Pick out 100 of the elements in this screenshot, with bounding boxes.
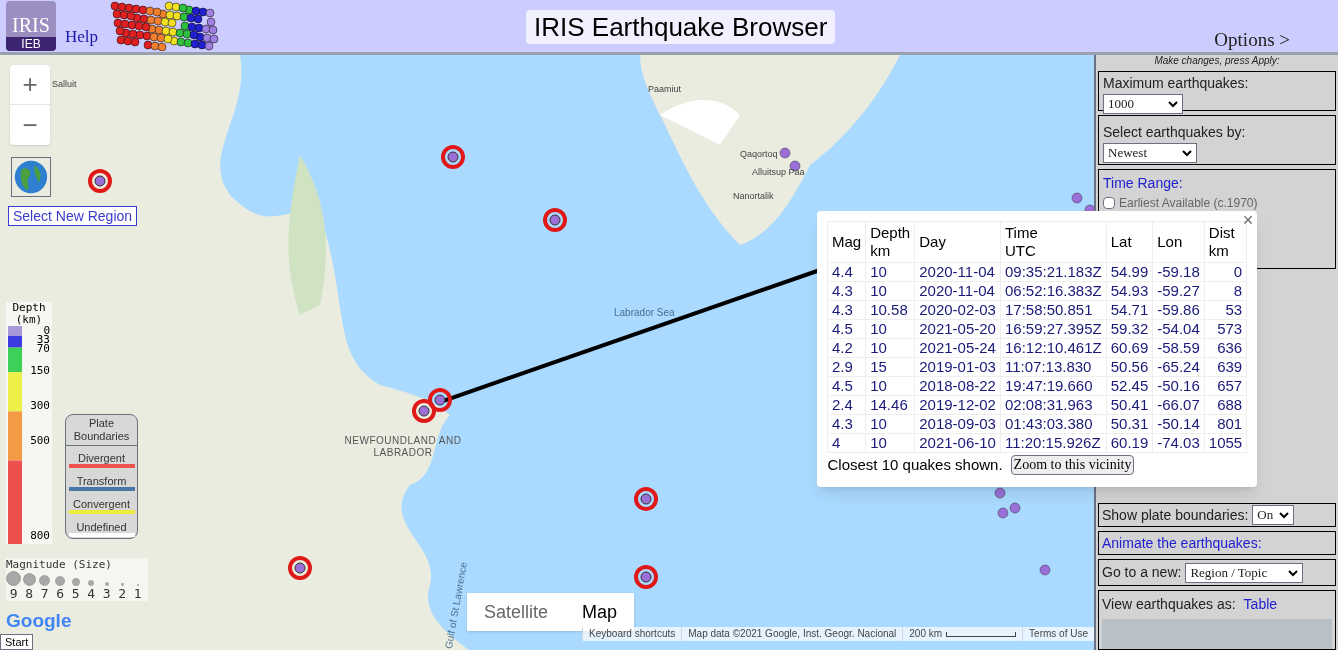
earthquake-marker[interactable] <box>997 507 1009 519</box>
select-region-button[interactable]: Select New Region <box>8 206 138 226</box>
table-cell: 11:07:13.830 <box>1000 357 1107 377</box>
zoom-vicinity-button[interactable]: Zoom to this vicinity <box>1010 455 1135 476</box>
plate-boundaries-select[interactable]: On <box>1252 505 1295 525</box>
checkbox-label: Earliest Available (c.1970) <box>1119 195 1258 212</box>
table-cell: 06:52:16.383Z <box>1000 281 1107 301</box>
table-cell: 4.5 <box>827 376 866 396</box>
circled-earthquake-marker[interactable] <box>412 399 436 423</box>
magnitude-label: 6 <box>56 586 65 601</box>
map-footer-link[interactable]: Map data ©2021 Google, Inst. Geogr. Nacional <box>681 627 903 641</box>
options-link[interactable]: Options > <box>1214 26 1290 55</box>
earthquake-marker[interactable] <box>1039 564 1051 576</box>
start-button[interactable]: Start <box>0 634 34 650</box>
table-cell: 19:47:19.660 <box>1000 376 1107 396</box>
earliest-checkbox[interactable] <box>1103 197 1115 209</box>
depth-tick-label: 300 <box>30 401 50 411</box>
circled-earthquake-marker[interactable] <box>634 565 658 589</box>
map-label: Nanortalik <box>733 190 774 203</box>
table-cell: 4.3 <box>827 414 866 434</box>
column-header: Mag <box>827 221 866 263</box>
apply-hint: Make changes, press Apply: <box>1153 55 1281 67</box>
setting-label: Maximum earthquakes: <box>1103 74 1250 93</box>
earthquake-marker[interactable] <box>1071 192 1083 204</box>
table-link[interactable]: Table <box>1243 594 1278 615</box>
table-cell: -59.27 <box>1152 281 1205 301</box>
map-label: Qaqortoq <box>740 148 778 161</box>
table-cell: -74.03 <box>1152 433 1205 453</box>
map-label: Gulf of St Lawrence <box>441 560 470 650</box>
table-cell: 2020-11-04 <box>914 281 1001 301</box>
size-circle-icon <box>6 571 22 586</box>
size-circle-icon <box>22 573 36 586</box>
table-cell: 2.9 <box>827 357 866 377</box>
earthquake-marker[interactable] <box>1009 502 1021 514</box>
table-cell: 50.31 <box>1106 414 1153 434</box>
table-cell: -58.59 <box>1152 338 1205 358</box>
table-cell: 10 <box>865 262 915 282</box>
map-type-tab[interactable]: Satellite <box>467 593 566 631</box>
legend-label: Convergent <box>73 498 130 510</box>
table-cell: 54.71 <box>1106 300 1153 320</box>
max-earthquakes-select[interactable]: 1000 <box>1103 94 1183 114</box>
table-cell: 60.19 <box>1106 433 1153 453</box>
zoom-out-button[interactable]: − <box>10 105 50 145</box>
table-cell: 639 <box>1204 357 1247 377</box>
popup-note: Closest 10 quakes shown. <box>827 455 1003 475</box>
circled-earthquake-marker[interactable] <box>428 388 452 412</box>
table-cell: 53 <box>1204 300 1247 320</box>
table-cell: 10 <box>865 433 915 453</box>
logo[interactable]: IRIS IEB <box>6 1 56 51</box>
table-cell: 4 <box>827 433 866 453</box>
table-cell: -50.14 <box>1152 414 1205 434</box>
table-cell: 2020-11-04 <box>914 262 1001 282</box>
column-header: Day <box>914 221 1001 263</box>
setting-label: Go to a new: <box>1102 563 1182 582</box>
magnitude-label: 5 <box>71 586 80 601</box>
table-cell: -54.04 <box>1152 319 1205 339</box>
table-cell: 16:12:10.461Z <box>1000 338 1107 358</box>
table-cell: 10 <box>865 281 915 301</box>
time-range-link[interactable]: Time Range: <box>1103 173 1331 194</box>
map-footer-link[interactable]: Keyboard shortcuts <box>582 627 682 641</box>
circled-earthquake-marker[interactable] <box>634 487 658 511</box>
table-cell: 54.93 <box>1106 281 1153 301</box>
zoom-in-button[interactable]: + <box>10 65 50 105</box>
size-circle-icon <box>39 575 51 586</box>
table-cell: 17:58:50.851 <box>1000 300 1107 320</box>
table-cell: 801 <box>1204 414 1247 434</box>
animate-link[interactable]: Animate the earthquakes: <box>1102 532 1262 554</box>
globe-icon[interactable] <box>11 157 51 197</box>
circled-earthquake-marker[interactable] <box>288 556 312 580</box>
table-cell: -66.07 <box>1152 395 1205 415</box>
setting-label: Select earthquakes by: <box>1103 123 1247 142</box>
setting-label: Show plate boundaries: <box>1102 505 1249 525</box>
table-cell: 2018-08-22 <box>914 376 1001 396</box>
legend-label: Transform <box>76 475 127 487</box>
table-cell: 657 <box>1204 376 1247 396</box>
table-cell: 2019-01-03 <box>914 357 1001 377</box>
circled-earthquake-marker[interactable] <box>88 169 112 193</box>
column-header: Depth km <box>865 221 915 263</box>
table-cell: 15 <box>865 357 915 377</box>
table-cell: 14.46 <box>865 395 915 415</box>
help-link[interactable]: Help <box>65 24 99 50</box>
column-header: Lon <box>1152 221 1205 263</box>
depth-tick-label: 150 <box>30 366 50 376</box>
table-cell: 636 <box>1204 338 1247 358</box>
column-header: Time UTC <box>1000 221 1107 263</box>
select-by-dropdown[interactable]: Newest <box>1103 143 1197 163</box>
size-circle-icon <box>55 576 66 586</box>
circled-earthquake-marker[interactable] <box>543 208 567 232</box>
legend-label: Divergent <box>77 452 126 464</box>
google-logo: Google <box>6 611 72 631</box>
map-label: Labrador Sea <box>614 306 675 320</box>
table-cell: 2.4 <box>827 395 866 415</box>
magnitude-label: 4 <box>87 586 96 601</box>
table-cell: 2021-06-10 <box>914 433 1001 453</box>
table-cell: 10 <box>865 338 915 358</box>
region-topic-select[interactable]: Region / Topic <box>1185 562 1304 583</box>
earthquake-marker[interactable] <box>994 487 1006 499</box>
table-cell: 54.99 <box>1106 262 1153 282</box>
circled-earthquake-marker[interactable] <box>441 145 465 169</box>
earthquake-marker[interactable] <box>779 147 791 159</box>
